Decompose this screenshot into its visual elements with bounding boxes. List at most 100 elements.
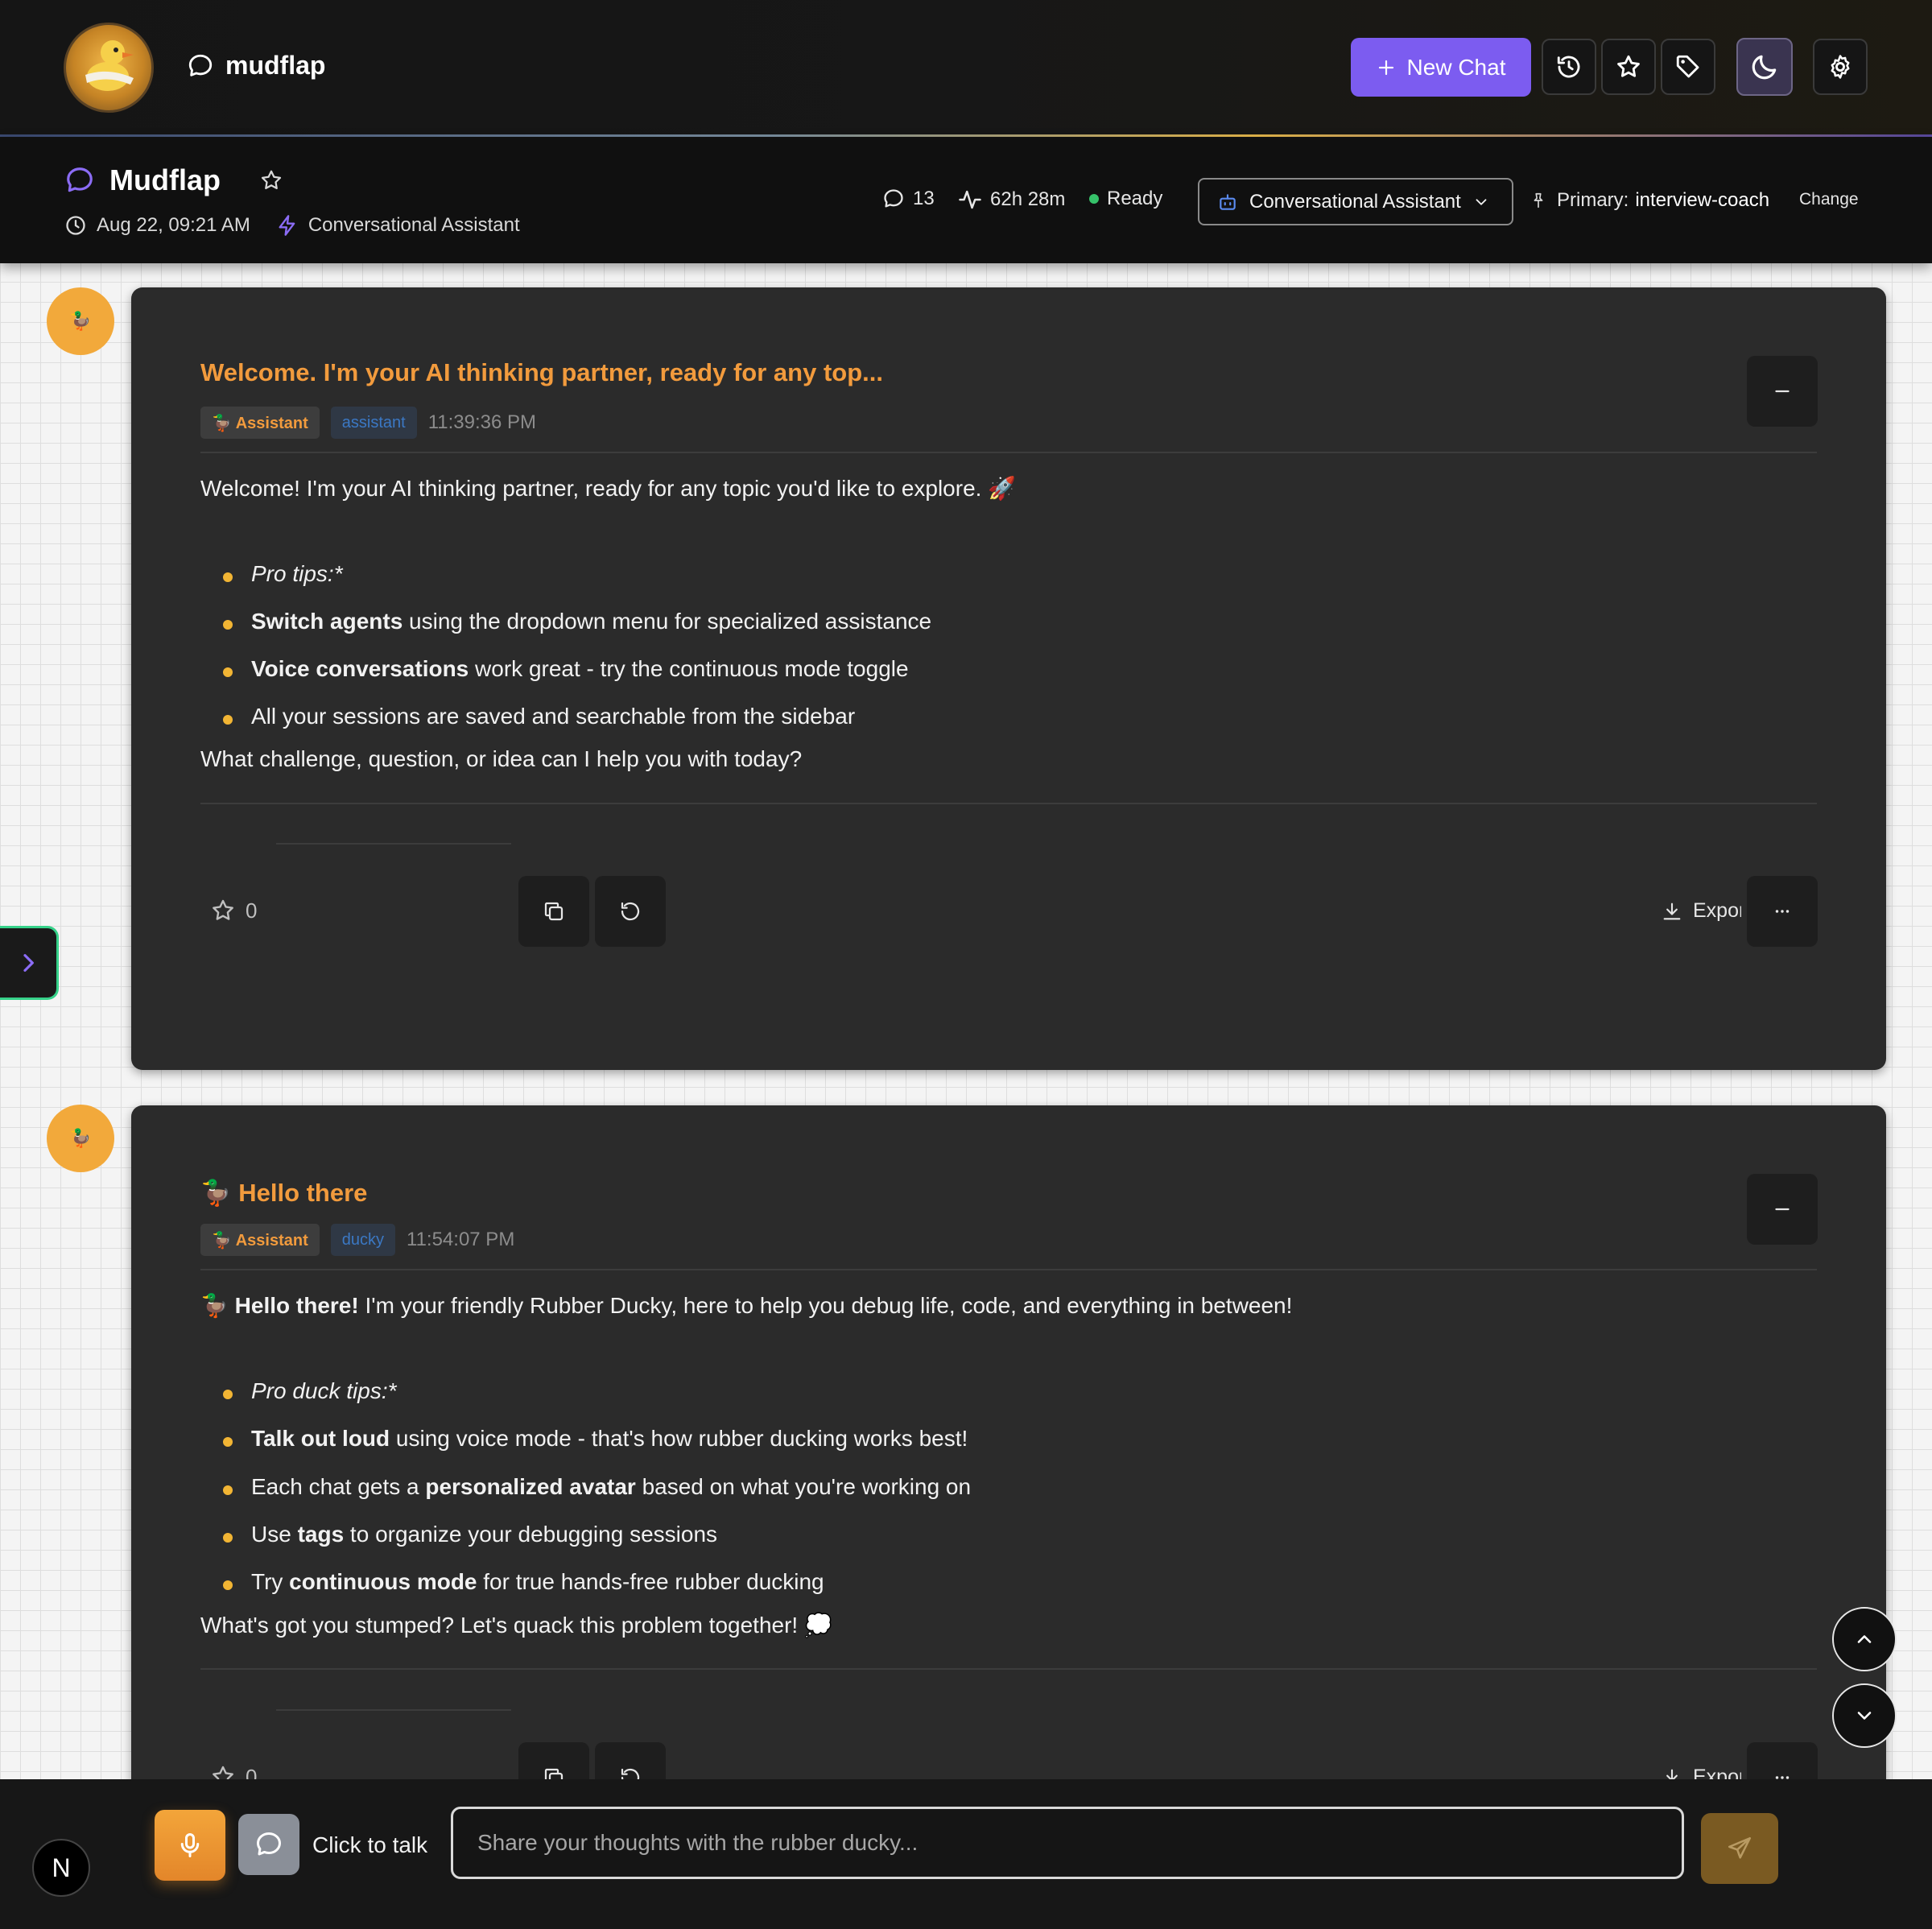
message-intro: Welcome! I'm your AI thinking partner, r… xyxy=(200,476,1017,501)
chevron-right-icon xyxy=(23,954,34,972)
message-avatar: 🦆 xyxy=(47,1105,114,1172)
message-meta: 🦆 Assistant assistant 11:39:36 PM xyxy=(200,407,536,439)
more-icon xyxy=(1775,910,1790,913)
refresh-icon xyxy=(621,902,640,921)
tag-icon xyxy=(1676,55,1699,78)
settings-button[interactable] xyxy=(1813,39,1868,95)
scroll-down-button[interactable] xyxy=(1832,1683,1897,1748)
copy-icon xyxy=(544,902,564,921)
chat-bubble-icon xyxy=(884,189,903,208)
message-closing: What's got you stumped? Let's quack this… xyxy=(200,1613,832,1638)
collapse-button[interactable] xyxy=(1747,1174,1818,1245)
app-logo[interactable] xyxy=(64,23,154,113)
divider xyxy=(200,452,1817,453)
n-badge[interactable]: N xyxy=(32,1839,90,1897)
list-item: Pro tips:* xyxy=(223,561,343,586)
message-card: Welcome. I'm your AI thinking partner, r… xyxy=(131,287,1886,1070)
message-input[interactable] xyxy=(451,1807,1684,1879)
session-duration-value: 62h 28m xyxy=(990,188,1066,210)
list-item: Try continuous mode for true hands-free … xyxy=(223,1569,824,1594)
click-to-talk-label: Click to talk xyxy=(312,1832,428,1857)
status-indicator: Ready xyxy=(1089,188,1162,210)
message-timestamp: 11:54:07 PM xyxy=(407,1229,515,1250)
copy-button[interactable] xyxy=(518,876,589,947)
new-chat-button[interactable]: New Chat xyxy=(1351,38,1531,97)
list-item: Switch agents using the dropdown menu fo… xyxy=(222,609,932,634)
divider xyxy=(200,803,1817,804)
agent-select-value: Conversational Assistant xyxy=(1249,190,1461,213)
session-title: Mudflap xyxy=(109,163,221,196)
divider xyxy=(200,1269,1817,1270)
more-button[interactable] xyxy=(1747,876,1818,947)
bot-icon xyxy=(1220,193,1236,210)
change-primary-link[interactable]: Change xyxy=(1799,190,1859,209)
message-count-value: 13 xyxy=(913,188,935,209)
status-text: Ready xyxy=(1107,188,1163,209)
list-item: Use tags to organize your debugging sess… xyxy=(222,1522,718,1547)
message-closing: What challenge, question, or idea can I … xyxy=(200,746,803,771)
favorites-button[interactable] xyxy=(1601,39,1656,95)
message-count: 13 xyxy=(882,188,935,210)
chat-bubble-icon xyxy=(257,1832,281,1856)
history-icon xyxy=(1557,56,1580,78)
message-title: 🦆 Hello there xyxy=(200,1179,368,1207)
primary-label: Primary: xyxy=(1557,189,1629,211)
agent-select[interactable]: Conversational Assistant xyxy=(1198,178,1513,225)
role-tag: 🦆 Assistant xyxy=(200,1224,320,1256)
download-icon xyxy=(1663,903,1681,919)
star-icon xyxy=(1617,55,1640,77)
divider xyxy=(276,843,511,845)
gear-icon xyxy=(1831,55,1850,79)
minus-icon xyxy=(1775,1208,1790,1211)
primary-agent: Primary: interview-coach xyxy=(1530,189,1769,212)
list-item: Talk out loud using voice mode - that's … xyxy=(222,1426,968,1451)
scroll-up-button[interactable] xyxy=(1832,1607,1897,1671)
mic-button[interactable] xyxy=(155,1810,225,1881)
rating-count: 0 xyxy=(246,898,258,923)
message-intro: 🦆 Hello there! I'm your friendly Rubber … xyxy=(200,1293,1293,1318)
message-avatar: 🦆 xyxy=(47,287,114,355)
send-button[interactable] xyxy=(1701,1813,1778,1884)
message-title: Welcome. I'm your AI thinking partner, r… xyxy=(200,358,883,386)
pin-icon xyxy=(1534,192,1543,209)
role-tag: 🦆 Assistant xyxy=(200,407,320,439)
history-button[interactable] xyxy=(1542,39,1596,95)
plus-icon xyxy=(1378,60,1393,75)
session-title-row: Mudflap xyxy=(64,163,283,197)
chevron-down-icon xyxy=(1857,1712,1872,1720)
star-icon[interactable] xyxy=(259,168,283,192)
send-icon xyxy=(1728,1836,1752,1859)
chevron-down-icon xyxy=(1476,198,1487,205)
chat-bubble-icon xyxy=(67,167,93,192)
continuous-mode-button[interactable] xyxy=(238,1814,299,1875)
list-item: Each chat gets a personalized avatar bas… xyxy=(222,1474,972,1499)
regenerate-button[interactable] xyxy=(595,876,666,947)
status-dot xyxy=(1089,194,1099,204)
agent-tag: ducky xyxy=(330,1224,395,1256)
message-card: 🦆 Hello there 🦆 Assistant ducky 11:54:07… xyxy=(131,1105,1886,1813)
minus-icon xyxy=(1775,390,1790,393)
session-agent: Conversational Assistant xyxy=(308,214,520,236)
divider xyxy=(200,1668,1817,1670)
theme-toggle-button[interactable] xyxy=(1736,38,1793,96)
bolt-icon xyxy=(279,215,295,236)
collapse-button[interactable] xyxy=(1747,356,1818,427)
moon-icon xyxy=(1752,55,1777,80)
list-item: All your sessions are saved and searchab… xyxy=(222,704,856,729)
rating[interactable]: 0 xyxy=(210,898,257,923)
agent-tag: assistant xyxy=(330,407,417,439)
primary-value: interview-coach xyxy=(1635,189,1770,211)
session-meta: Aug 22, 09:21 AM Conversational Assistan… xyxy=(64,214,520,237)
message-meta: 🦆 Assistant ducky 11:54:07 PM xyxy=(200,1224,514,1256)
sidebar-toggle-button[interactable] xyxy=(0,926,59,1000)
chevron-up-icon xyxy=(1857,1635,1872,1643)
activity-icon xyxy=(959,190,981,209)
tags-button[interactable] xyxy=(1661,39,1715,95)
export-button[interactable]: Export xyxy=(1661,899,1741,923)
star-icon[interactable] xyxy=(210,898,236,923)
brand[interactable]: mudflap xyxy=(187,51,325,81)
session-duration: 62h 28m xyxy=(958,188,1065,212)
export-label: Export xyxy=(1693,899,1741,922)
microphone-icon xyxy=(180,1833,200,1857)
new-chat-label: New Chat xyxy=(1406,54,1506,80)
